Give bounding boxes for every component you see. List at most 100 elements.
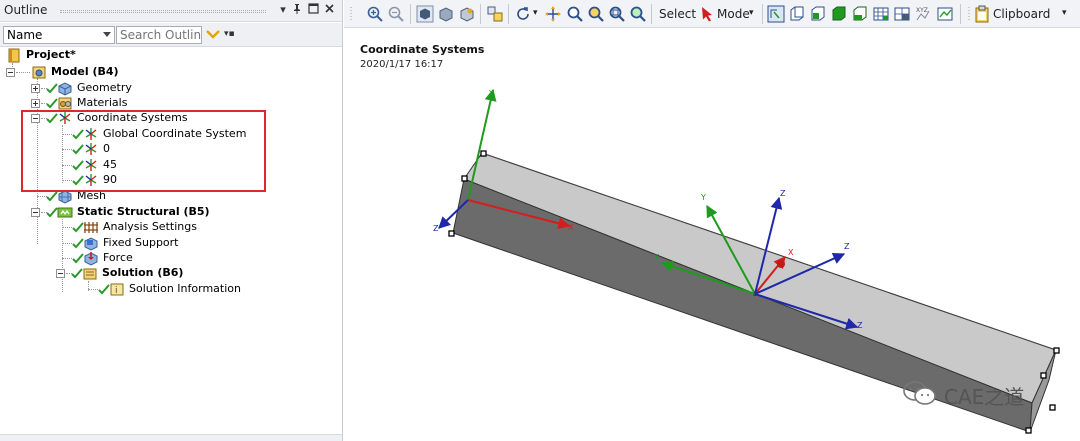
tree-connector (62, 219, 63, 292)
select-body-icon[interactable] (830, 5, 848, 23)
watermark: CAE之道 (900, 378, 1070, 409)
select-face-icon[interactable] (809, 5, 827, 23)
details-pane-header (0, 434, 342, 441)
outline-tree: Project* Model (B4) Geometry Materials C… (0, 47, 342, 435)
toolbar-separator (651, 4, 652, 24)
zoom-out-icon[interactable] (387, 5, 405, 23)
section-plane-icon[interactable] (486, 5, 504, 23)
rotate-menu-arrow[interactable]: ▾ (533, 5, 538, 21)
geometry-icon (57, 80, 73, 96)
tree-label: Force (103, 251, 133, 264)
outline-filter-bar: Name ▾▪ (0, 23, 342, 47)
select-vertex-icon[interactable] (767, 5, 785, 23)
axis-label-y: Y (700, 193, 706, 202)
chevron-down-icon (103, 32, 111, 37)
tree-connector (88, 289, 98, 290)
collapse-toggle[interactable] (31, 208, 40, 217)
edges-view-icon[interactable] (458, 5, 476, 23)
tree-label: Solution (B6) (102, 266, 184, 279)
viewport-title: Coordinate Systems (360, 43, 485, 56)
tree-label: Analysis Settings (103, 220, 197, 233)
tree-label: Solution Information (129, 282, 241, 295)
outline-pane: Outline ▾ Name ▾▪ (0, 0, 343, 441)
clipboard-icon[interactable] (974, 5, 992, 23)
solution-icon (82, 265, 98, 281)
model-icon (31, 64, 47, 80)
zoom-icon[interactable] (566, 5, 584, 23)
select-mesh-icon[interactable] (936, 5, 954, 23)
outline-title: Outline (4, 3, 48, 17)
toolbar-separator (480, 4, 481, 24)
select-edge-icon[interactable] (788, 5, 806, 23)
rotate-icon[interactable] (514, 5, 532, 23)
force-icon (83, 250, 99, 266)
tree-connector (62, 258, 72, 259)
axis-label-y: Y (653, 253, 659, 262)
tree-label: Fixed Support (103, 236, 179, 249)
filter-type-select[interactable]: Name (3, 26, 115, 44)
handle (461, 175, 468, 182)
highlight-annotation-box (21, 110, 266, 192)
tree-connector (16, 72, 30, 73)
graphics-toolbar: ▾ Select Mode ▾ XYZ Clipboard ▾ (344, 0, 1080, 28)
clipboard-menu-arrow[interactable]: ▾ (1062, 5, 1067, 21)
wechat-icon (903, 381, 936, 405)
mechanical-window: Outline ▾ Name ▾▪ (0, 0, 1080, 441)
tree-label: Static Structural (B5) (77, 205, 210, 218)
tree-connector (62, 243, 72, 244)
tree-label: Model (B4) (51, 65, 119, 78)
select-body-alt-icon[interactable] (851, 5, 869, 23)
shaded-view-icon[interactable] (416, 5, 434, 23)
static-structural-icon (57, 204, 73, 220)
toolbar-separator (960, 4, 961, 24)
pin-icon[interactable] (290, 3, 304, 17)
box-zoom-icon[interactable] (587, 5, 605, 23)
magnifier-icon[interactable] (629, 5, 647, 23)
search-outline-input[interactable] (116, 26, 202, 44)
materials-icon (57, 95, 73, 111)
toolbar-separator (410, 4, 411, 24)
expand-toggle[interactable] (31, 84, 40, 93)
handle (448, 230, 455, 237)
viewport-timestamp: 2020/1/17 16:17 (360, 59, 444, 70)
graphics-viewport[interactable]: Y X Z Y Y X Z Z Z Coordinate Systems 202… (344, 28, 1080, 441)
clipboard-button[interactable]: Clipboard (993, 6, 1050, 22)
axis-label-y: Y (488, 89, 494, 98)
wireframe-view-icon[interactable] (437, 5, 455, 23)
filter-options-icon[interactable]: ▾▪ (224, 29, 235, 39)
expand-toggle[interactable] (31, 99, 40, 108)
axis-label-z: Z (857, 321, 863, 330)
select-element-icon[interactable] (893, 5, 911, 23)
solution-information-icon: i (109, 281, 125, 297)
axis-label-z: Z (780, 189, 786, 198)
mode-button[interactable]: Mode (717, 6, 750, 22)
axis-label-z: Z (433, 224, 439, 233)
handle (1025, 427, 1032, 434)
select-mode-cursor-icon[interactable] (699, 5, 717, 23)
collapse-toggle[interactable] (56, 269, 65, 278)
filter-chevron-icon[interactable] (205, 26, 221, 42)
select-button[interactable]: Select (659, 6, 696, 22)
svg-text:XYZ: XYZ (916, 7, 928, 14)
zoom-in-icon[interactable] (366, 5, 384, 23)
axis-label-x: X (788, 248, 794, 257)
maximize-icon[interactable] (306, 3, 320, 17)
outline-title-bar: Outline ▾ (0, 0, 342, 22)
toolbar-separator (508, 4, 509, 24)
axis-label-z: Z (844, 242, 850, 251)
collapse-toggle[interactable] (6, 68, 15, 77)
tree-connector (62, 227, 72, 228)
axis-label-x: X (568, 223, 574, 232)
pane-menu-icon[interactable]: ▾ (276, 3, 290, 17)
analysis-settings-icon (83, 219, 99, 235)
handle (1053, 347, 1060, 354)
tree-label: Materials (77, 96, 128, 109)
svg-text:i: i (115, 286, 118, 296)
zoom-to-fit-icon[interactable] (608, 5, 626, 23)
select-node-icon[interactable] (872, 5, 890, 23)
mode-menu-arrow[interactable]: ▾ (749, 5, 754, 21)
pan-icon[interactable] (544, 5, 562, 23)
extend-xyz-icon[interactable]: XYZ (914, 5, 932, 23)
grip-icon (348, 5, 366, 23)
close-icon[interactable] (322, 3, 336, 17)
